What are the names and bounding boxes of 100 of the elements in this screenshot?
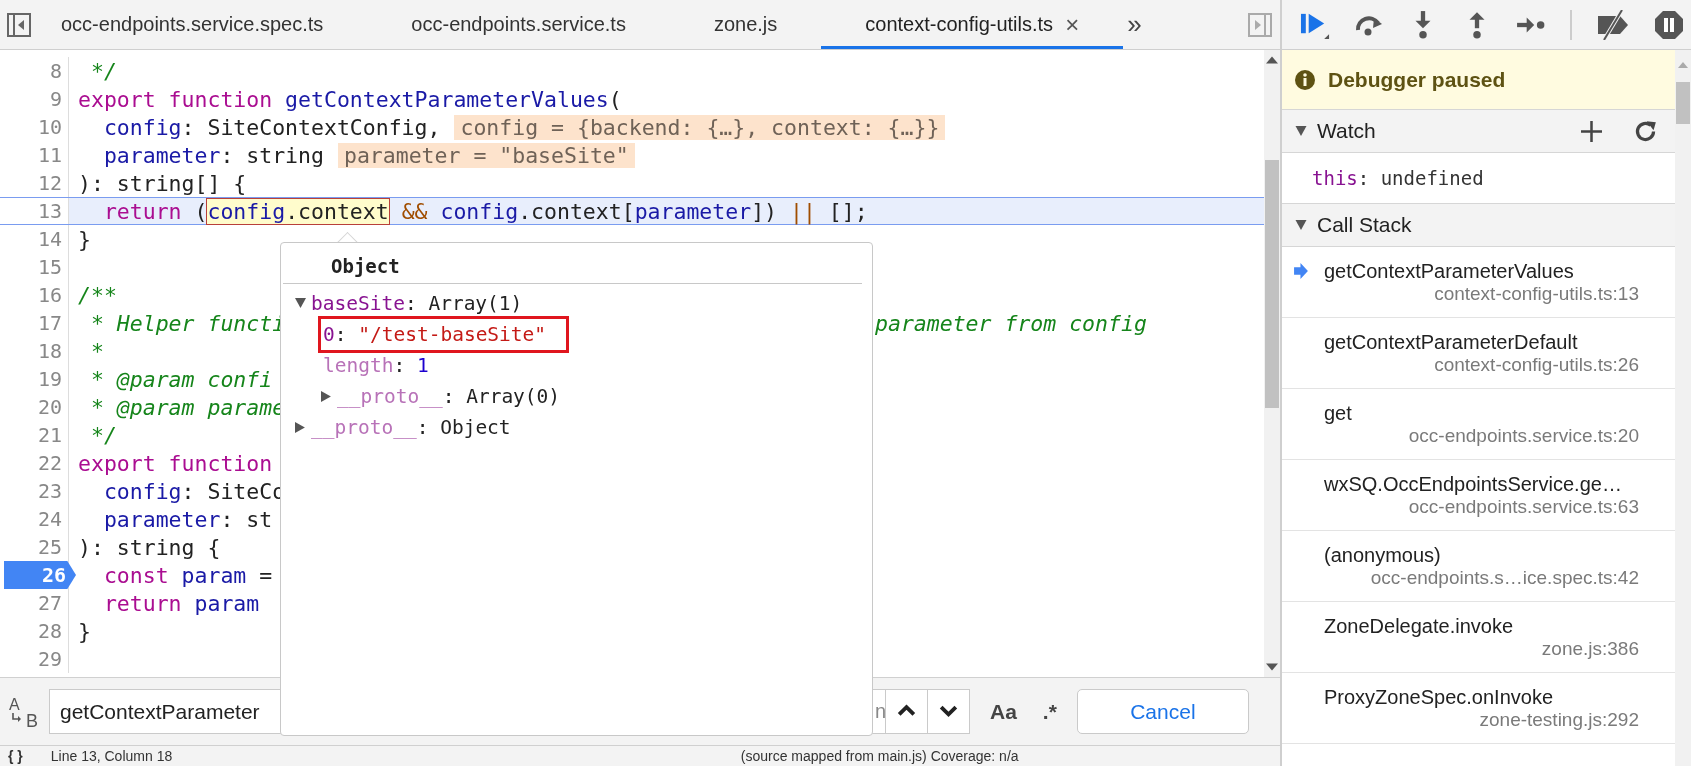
code-text: export function	[78, 450, 273, 476]
line-number: 21	[37, 423, 63, 447]
frame-location[interactable]: zone-testing.js:292	[1479, 708, 1639, 731]
line-number: 19	[37, 367, 63, 391]
line-number: 10	[37, 115, 63, 139]
pause-on-exceptions-icon[interactable]	[1654, 9, 1684, 40]
code-text: return param	[102, 590, 260, 616]
line-number: 20	[37, 395, 63, 419]
sidebar-toggle-icon[interactable]	[7, 12, 31, 37]
frame-location[interactable]: context-config-utils.ts:26	[1434, 353, 1639, 376]
frame-location[interactable]: zone.js:386	[1541, 637, 1639, 660]
code-text: /**	[78, 282, 117, 308]
property-entry: 0: "/test-baseSite"	[323, 323, 547, 346]
code-text: parameter: string	[102, 142, 324, 168]
frame-location[interactable]: context-config-utils.ts:13	[1434, 282, 1639, 305]
arrow-icon	[11, 712, 21, 723]
line-number: 22	[37, 451, 63, 475]
scroll-up-icon[interactable]	[1266, 56, 1278, 64]
property-entry: length: 1	[323, 354, 429, 377]
scroll-down-icon[interactable]	[1266, 663, 1278, 671]
code-text: */	[89, 58, 117, 84]
property-entry[interactable]: baseSite: Array(1)	[311, 292, 523, 315]
frame-name[interactable]: wxSQ.OccEndpointsService.ge…	[1324, 472, 1622, 496]
section-header[interactable]: Call Stack	[1282, 204, 1675, 247]
hovered-expression[interactable]: config.context	[207, 198, 389, 224]
inline-value: parameter = "baseSite"	[337, 142, 635, 168]
scrollbar-thumb[interactable]	[1676, 82, 1690, 124]
line-number: 13	[37, 199, 63, 223]
code-text: ): string {	[78, 534, 221, 560]
file-tab[interactable]: occ-endpoints.service.spec.ts	[39, 3, 368, 49]
collapsed-icon[interactable]	[295, 422, 306, 433]
scrollbar[interactable]	[1264, 50, 1280, 677]
scrollbar-thumb[interactable]	[1265, 160, 1279, 408]
file-tab[interactable]: occ-endpoints.service.ts	[367, 3, 670, 49]
inline-value: config = {backend: {…}, context: {…}}	[454, 114, 946, 140]
code-text: return (	[102, 198, 208, 224]
refresh-icon[interactable]	[1634, 119, 1657, 143]
popover-title: Object	[283, 255, 862, 284]
code-text: const param =	[102, 562, 273, 588]
expanded-icon[interactable]	[295, 298, 306, 309]
frame-name[interactable]: (anonymous)	[1324, 543, 1441, 567]
property-entry[interactable]: __proto__: Array(0)	[337, 385, 561, 408]
match-case-toggle[interactable]: Aa	[982, 695, 1025, 728]
line-number: 14	[37, 227, 63, 251]
code-text: }	[78, 618, 91, 644]
collapsed-icon[interactable]	[321, 391, 332, 402]
line-number: 25	[37, 535, 63, 559]
line-number: 24	[37, 507, 63, 531]
frame-location[interactable]: occ-endpoints.service.ts:63	[1408, 495, 1639, 518]
frame-location[interactable]: occ-endpoints.service.ts:20	[1408, 424, 1639, 447]
code-text: export function getContextParameterValues(	[78, 86, 622, 112]
line-number: 12	[37, 171, 63, 195]
section-header[interactable]: Watch	[1282, 110, 1675, 153]
file-tab[interactable]: zone.js	[669, 3, 822, 49]
property-entry[interactable]: __proto__: Object	[311, 416, 511, 439]
code-text: parameter: st	[102, 506, 273, 532]
code-text: */	[89, 422, 117, 448]
code-text: * Helper functi	[89, 310, 286, 336]
scrollbar[interactable]	[1675, 50, 1691, 766]
frame-name[interactable]: get	[1324, 401, 1352, 425]
code-text: parameter from config	[875, 310, 1147, 336]
replace-toggle[interactable]: A B	[4, 691, 44, 732]
line-number: 29	[37, 647, 63, 671]
frame-name[interactable]: getContextParameterDefault	[1324, 330, 1578, 354]
cancel-button[interactable]: Cancel	[1076, 689, 1249, 734]
line-number: 18	[37, 339, 63, 363]
code-text: }	[78, 226, 91, 252]
match-count: n	[874, 700, 886, 723]
code-text: *	[89, 338, 104, 364]
frame-name[interactable]: getContextParameterValues	[1324, 259, 1574, 283]
watch-expression[interactable]: this: undefined	[1312, 167, 1484, 189]
regex-toggle[interactable]: .*	[1034, 695, 1065, 728]
code-text: config: SiteContextConfig,	[102, 114, 441, 140]
line-number: 27	[37, 591, 63, 615]
expanded-icon[interactable]	[1295, 219, 1307, 231]
code-text: * @param confi	[89, 366, 273, 392]
line-number: 9	[49, 87, 63, 111]
code-text: ): string[] {	[78, 170, 247, 196]
frame-location[interactable]: occ-endpoints.s…ice.spec.ts:42	[1370, 566, 1639, 589]
frame-name[interactable]: ProxyZoneSpec.onInvoke	[1324, 685, 1554, 709]
line-number: 16	[37, 283, 63, 307]
line-number: 17	[37, 311, 63, 335]
line-number: 8	[49, 59, 63, 83]
breakpoint-marker[interactable]: 26	[3, 561, 76, 589]
line-number: 15	[37, 255, 63, 279]
deactivate-breakpoints-icon[interactable]	[1596, 9, 1630, 40]
more-tabs-button[interactable]: »	[1127, 9, 1142, 40]
cursor-position: Line 13, Column 18	[50, 748, 174, 764]
line-number: 23	[37, 479, 63, 503]
source-info: (source mapped from main.js) Coverage: n/a	[740, 748, 1019, 764]
pretty-print-button[interactable]: { }	[8, 748, 23, 764]
expanded-icon[interactable]	[1295, 125, 1307, 137]
close-icon[interactable]: ×	[1065, 10, 1080, 39]
code-text: && config.context[parameter]) || [];	[400, 198, 868, 224]
frame-name[interactable]: ZoneDelegate.invoke	[1324, 614, 1513, 638]
info-icon	[1295, 69, 1315, 90]
line-number: 28	[37, 619, 63, 643]
line-number: 11	[37, 143, 63, 167]
add-icon[interactable]	[1581, 120, 1602, 142]
sidebar-toggle-icon[interactable]	[1248, 12, 1272, 37]
